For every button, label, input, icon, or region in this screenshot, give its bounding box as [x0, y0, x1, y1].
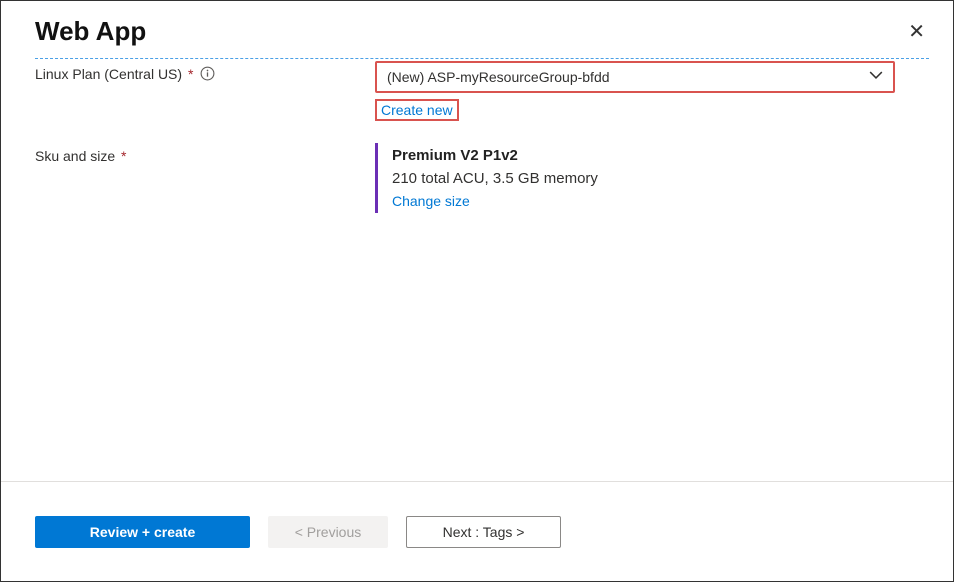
info-outline-icon[interactable]: [200, 66, 215, 81]
linux-plan-label: Linux Plan (Central US) *: [35, 61, 375, 82]
create-new-highlight: Create new: [375, 99, 459, 121]
linux-plan-select-value: (New) ASP-myResourceGroup-bfdd: [387, 69, 610, 85]
previous-button: < Previous: [268, 516, 388, 548]
sku-detail: 210 total ACU, 3.5 GB memory: [392, 170, 895, 187]
page-title: Web App: [35, 16, 146, 47]
form-scroll-area[interactable]: Region* Central US Can't find your App S…: [1, 58, 953, 479]
change-size-link[interactable]: Change size: [392, 193, 470, 209]
linux-plan-row: Linux Plan (Central US) * (New) ASP-myRe…: [35, 61, 929, 121]
chevron-down-icon: [869, 68, 883, 85]
create-new-link[interactable]: Create new: [381, 102, 453, 118]
panel-header: Web App ✕: [1, 1, 953, 58]
sku-label: Sku and size *: [35, 143, 375, 164]
required-asterisk: *: [184, 66, 193, 82]
scroll-spacer: [35, 219, 929, 459]
next-tags-button[interactable]: Next : Tags >: [406, 516, 561, 548]
wizard-footer: Review + create < Previous Next : Tags >: [1, 481, 953, 581]
linux-plan-select[interactable]: (New) ASP-myResourceGroup-bfdd: [375, 61, 895, 93]
review-create-button[interactable]: Review + create: [35, 516, 250, 548]
sku-info-block: Premium V2 P1v2 210 total ACU, 3.5 GB me…: [375, 143, 895, 213]
sku-row: Sku and size * Premium V2 P1v2 210 total…: [35, 143, 929, 213]
close-icon[interactable]: ✕: [904, 15, 929, 48]
required-asterisk: *: [117, 148, 126, 164]
sku-name: Premium V2 P1v2: [392, 147, 895, 164]
